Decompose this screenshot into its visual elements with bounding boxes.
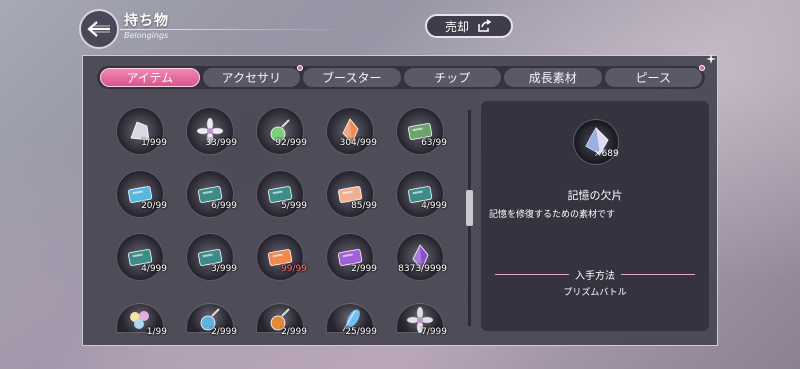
- tab-label: アイテム: [126, 71, 174, 85]
- tab-0[interactable]: アイテム: [100, 68, 200, 87]
- page-title: 持ち物: [124, 13, 169, 29]
- item-slot[interactable]: 1/999: [111, 104, 181, 167]
- item-count: 3/999: [211, 264, 237, 274]
- item-count: 99/99: [281, 264, 307, 274]
- item-count: 85/99: [351, 201, 377, 211]
- detail-description: 記憶を修復するための素材です: [489, 210, 616, 220]
- sell-button-label: 売却: [444, 19, 469, 34]
- page-subtitle: Belongings: [124, 31, 169, 40]
- item-slot[interactable]: 2/999: [251, 293, 321, 356]
- item-count: 4/999: [421, 201, 447, 211]
- tab-label: チップ: [434, 71, 471, 85]
- tab-1[interactable]: アクセサリ: [202, 65, 303, 87]
- item-count: 1/99: [146, 327, 167, 337]
- tab-2[interactable]: ブースター: [303, 68, 401, 87]
- item-slot[interactable]: 33/999: [181, 104, 251, 167]
- tab-5[interactable]: ピース: [604, 65, 705, 87]
- notification-dot: [699, 65, 705, 71]
- item-count: 2/999: [351, 264, 377, 274]
- item-slot[interactable]: 8373/9999: [391, 230, 461, 293]
- item-slot[interactable]: 304/999: [321, 104, 391, 167]
- divider: [621, 274, 695, 275]
- item-slot[interactable]: 6/999: [181, 167, 251, 230]
- detail-item-name: 記憶の欠片: [567, 189, 623, 202]
- item-slot[interactable]: 63/99: [391, 104, 461, 167]
- item-slot[interactable]: 7/999: [391, 293, 461, 356]
- item-count: 4/999: [141, 264, 167, 274]
- category-tabs: アイテム アクセサリ ブースター チップ 成長素材 ピース: [97, 65, 705, 89]
- item-count: 8373/9999: [398, 264, 447, 274]
- item-count: 5/999: [281, 201, 307, 211]
- item-count: 20/99: [141, 201, 167, 211]
- tab-label: ブースター: [322, 71, 382, 85]
- tab-3[interactable]: チップ: [403, 68, 501, 87]
- tab-label: ピース: [635, 71, 671, 85]
- item-count: 25/999: [345, 327, 377, 337]
- item-count: 7/999: [421, 327, 447, 337]
- item-count: 1/999: [141, 138, 167, 148]
- item-count: 2/999: [211, 327, 237, 337]
- export-icon: [478, 19, 492, 32]
- obtain-header: 入手方法: [495, 267, 695, 282]
- item-count: 2/999: [281, 327, 307, 337]
- item-count: 304/999: [339, 138, 377, 148]
- item-count: 63/99: [421, 138, 447, 148]
- obtain-method: プリズムバトル: [563, 288, 627, 298]
- item-slot[interactable]: 4/999: [111, 230, 181, 293]
- item-slot[interactable]: 25/999: [321, 293, 391, 356]
- item-grid: 1/999 33/999 92/999 304/999 63/99 20/99 …: [111, 104, 451, 337]
- sparkle-icon: [706, 54, 716, 64]
- item-slot[interactable]: 2/999: [321, 230, 391, 293]
- grid-scrollbar[interactable]: [466, 110, 473, 326]
- item-count: 6/999: [211, 201, 237, 211]
- item-slot[interactable]: 92/999: [251, 104, 321, 167]
- tab-label: 成長素材: [528, 71, 577, 85]
- page-title-block: 持ち物 Belongings: [124, 10, 169, 40]
- detail-quantity: ×689: [594, 149, 619, 159]
- item-count: 92/999: [275, 138, 307, 148]
- item-slot[interactable]: 2/999: [181, 293, 251, 356]
- tab-4[interactable]: 成長素材: [504, 68, 602, 87]
- divider: [495, 274, 569, 275]
- obtain-title: 入手方法: [575, 271, 615, 282]
- inventory-panel: アイテム アクセサリ ブースター チップ 成長素材 ピース 1/999 33/999 92…: [82, 55, 718, 346]
- item-slot[interactable]: 3/999: [181, 230, 251, 293]
- item-detail-panel: ×689 記憶の欠片 記憶を修復するための素材です 入手方法 プリズムバトル: [481, 101, 709, 331]
- item-slot[interactable]: 20/99: [111, 167, 181, 230]
- item-slot[interactable]: 99/99: [251, 230, 321, 293]
- tab-label: アクセサリ: [221, 71, 281, 85]
- item-count: 33/999: [205, 138, 237, 148]
- back-button[interactable]: [79, 9, 119, 49]
- notification-dot: [297, 65, 303, 71]
- sell-button[interactable]: 売却: [425, 14, 513, 38]
- item-slot[interactable]: 1/99: [111, 293, 181, 356]
- item-slot[interactable]: 85/99: [321, 167, 391, 230]
- scroll-thumb[interactable]: [466, 190, 473, 226]
- item-slot[interactable]: 5/999: [251, 167, 321, 230]
- title-underline: [120, 29, 350, 30]
- back-arrow-icon: [87, 21, 110, 37]
- item-slot[interactable]: 4/999: [391, 167, 461, 230]
